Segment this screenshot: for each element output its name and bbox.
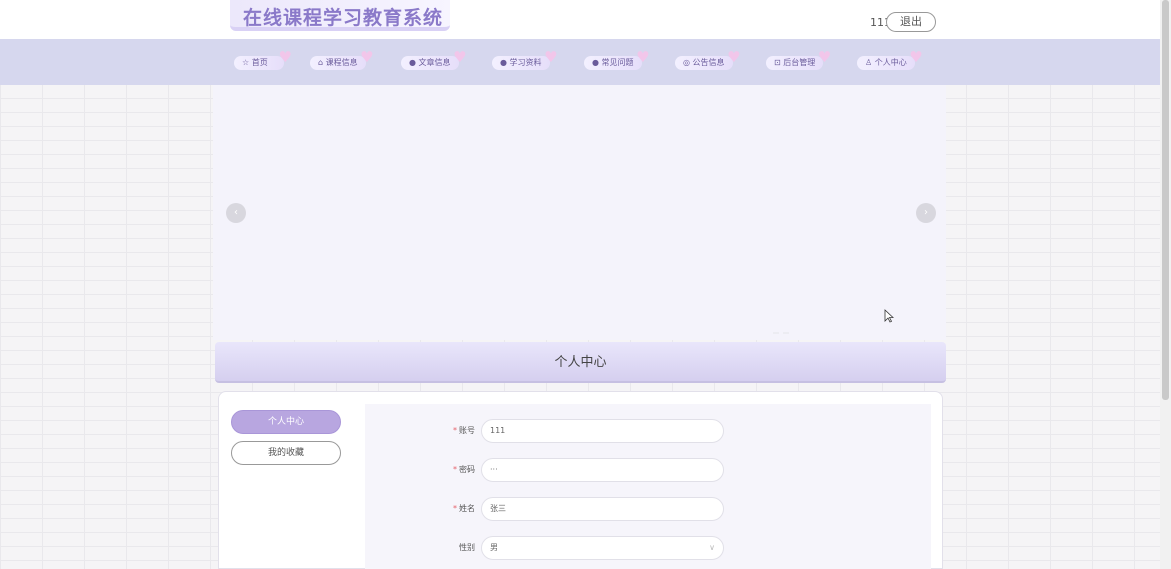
question-icon: ● bbox=[592, 58, 599, 67]
name-label-text: 姓名 bbox=[459, 504, 475, 513]
profile-form: * 账号 111 * 密码 ··· * 姓名 张三 性别 男 ∨ bbox=[365, 404, 931, 569]
nav-item-label: 常见问题 bbox=[601, 58, 634, 67]
sidebar-item-profile[interactable]: 个人中心 bbox=[231, 410, 341, 434]
admin-icon: ⊡ bbox=[774, 58, 781, 67]
nav-item-home[interactable]: ☆ 首页 ♥ bbox=[234, 50, 292, 70]
heart-decoration-icon: ♥ bbox=[817, 48, 832, 66]
required-mark: * bbox=[453, 465, 457, 474]
dot-icon: ● bbox=[500, 58, 507, 67]
logout-button[interactable]: 退出 bbox=[886, 12, 936, 32]
nav-item-label: 学习资料 bbox=[509, 58, 542, 67]
nav-item-label: 课程信息 bbox=[325, 58, 358, 67]
form-row-account: * 账号 111 bbox=[365, 419, 931, 443]
account-label: * 账号 bbox=[425, 419, 475, 443]
nav-item-courses[interactable]: ⌂ 课程信息 ♥ bbox=[310, 50, 374, 70]
top-bar: 在线课程学习教育系统 111 退出 bbox=[0, 0, 1160, 39]
nav-item-label: 公告信息 bbox=[692, 58, 725, 67]
form-row-name: * 姓名 张三 bbox=[365, 497, 931, 521]
carousel-dot[interactable] bbox=[783, 332, 789, 334]
home-icon: ⌂ bbox=[318, 58, 324, 67]
gender-label: 性别 bbox=[425, 536, 475, 560]
site-title: 在线课程学习教育系统 bbox=[243, 7, 444, 29]
required-mark: * bbox=[453, 426, 457, 435]
gender-label-text: 性别 bbox=[459, 543, 475, 552]
nav-item-admin[interactable]: ⊡ 后台管理 ♥ bbox=[766, 50, 831, 70]
nav-item-faq[interactable]: ● 常见问题 ♥ bbox=[584, 50, 650, 70]
carousel-indicators bbox=[773, 319, 793, 338]
nav-item-profile[interactable]: ♙ 个人中心 ♥ bbox=[857, 50, 923, 70]
gender-select[interactable]: 男 ∨ bbox=[481, 536, 724, 560]
nav-item-materials[interactable]: ● 学习资料 ♥ bbox=[492, 50, 558, 70]
nav-item-label: 文章信息 bbox=[418, 58, 451, 67]
dot-icon: ● bbox=[409, 58, 416, 67]
nav-item-announcements[interactable]: ◎ 公告信息 ♥ bbox=[675, 50, 741, 70]
form-row-password: * 密码 ··· bbox=[365, 458, 931, 482]
password-field[interactable]: ··· bbox=[481, 458, 724, 482]
chevron-down-icon: ∨ bbox=[709, 543, 715, 552]
carousel-dot[interactable] bbox=[773, 332, 779, 334]
name-field[interactable]: 张三 bbox=[481, 497, 724, 521]
mouse-cursor-icon bbox=[884, 309, 894, 323]
heart-decoration-icon: ♥ bbox=[453, 48, 467, 66]
account-field[interactable]: 111 bbox=[481, 419, 724, 443]
banner-carousel: ‹ › bbox=[213, 85, 946, 340]
main-nav: ☆ 首页 ♥ ⌂ 课程信息 ♥ ● 文章信息 ♥ ● 学习资料 ♥ ● 常见问题… bbox=[0, 39, 1160, 85]
sidebar-item-favorites[interactable]: 我的收藏 bbox=[231, 441, 341, 465]
star-icon: ☆ bbox=[242, 58, 250, 67]
nav-item-label: 首页 bbox=[251, 58, 268, 67]
carousel-next-button[interactable]: › bbox=[916, 203, 936, 223]
nav-item-label: 个人中心 bbox=[874, 58, 907, 67]
heart-decoration-icon: ♥ bbox=[544, 48, 558, 66]
nav-item-label: 后台管理 bbox=[783, 58, 816, 67]
heart-decoration-icon: ♥ bbox=[727, 48, 741, 66]
carousel-prev-button[interactable]: ‹ bbox=[226, 203, 246, 223]
heart-decoration-icon: ♥ bbox=[278, 48, 292, 66]
user-icon: ♙ bbox=[865, 58, 873, 67]
section-header: 个人中心 bbox=[215, 342, 946, 383]
page-scrollbar[interactable] bbox=[1160, 0, 1171, 569]
form-row-gender: 性别 男 ∨ bbox=[365, 536, 931, 560]
account-label-text: 账号 bbox=[459, 426, 475, 435]
required-mark: * bbox=[453, 504, 457, 513]
heart-decoration-icon: ♥ bbox=[636, 48, 650, 66]
heart-decoration-icon: ♥ bbox=[360, 48, 374, 66]
password-label-text: 密码 bbox=[459, 465, 475, 474]
nav-item-articles[interactable]: ● 文章信息 ♥ bbox=[401, 50, 467, 70]
notice-icon: ◎ bbox=[683, 58, 690, 67]
section-title: 个人中心 bbox=[554, 355, 607, 370]
name-label: * 姓名 bbox=[425, 497, 475, 521]
heart-decoration-icon: ♥ bbox=[909, 48, 923, 66]
scrollbar-thumb[interactable] bbox=[1162, 0, 1169, 400]
profile-card: 个人中心 我的收藏 * 账号 111 * 密码 ··· * 姓名 张三 性别 男 ∨ bbox=[218, 391, 943, 569]
gender-value: 男 bbox=[490, 543, 498, 552]
password-label: * 密码 bbox=[425, 458, 475, 482]
